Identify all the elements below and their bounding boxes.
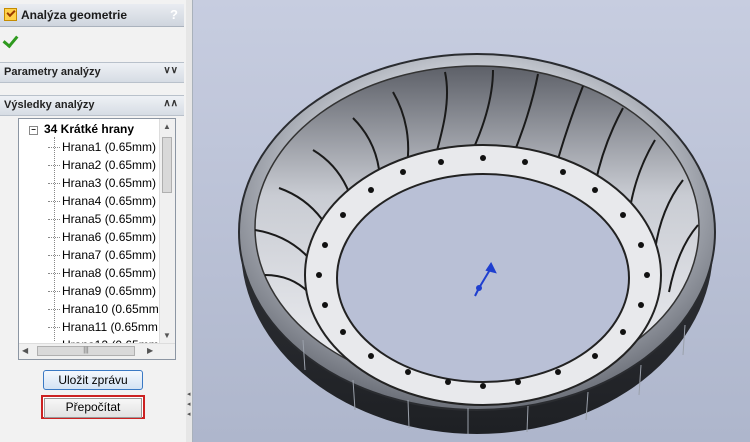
tree-vertical-scrollbar[interactable]: ▲ ▼: [159, 119, 175, 343]
double-chevron-down-icon[interactable]: ∨∨: [163, 65, 178, 76]
panel-title: Analýza geometrie: [21, 8, 128, 22]
recalculate-label: Přepočítat: [44, 398, 142, 418]
panel-splitter[interactable]: ◂ ◂ ◂: [186, 0, 193, 442]
double-chevron-up-icon[interactable]: ∧∧: [163, 98, 178, 109]
tree-item[interactable]: Hrana6 (0.65mm): [48, 228, 156, 246]
collapse-arrow-icon[interactable]: ◂: [187, 411, 191, 418]
tree-item[interactable]: Hrana8 (0.65mm): [48, 264, 156, 282]
tree-root-label: 34 Krátké hrany: [44, 122, 135, 136]
tree-item[interactable]: Hrana4 (0.65mm): [48, 192, 156, 210]
horizontal-scroll-thumb[interactable]: |||: [37, 346, 135, 356]
tree-item[interactable]: Hrana3 (0.65mm): [48, 174, 156, 192]
tree-item[interactable]: Hrana11 (0.65mm: [48, 318, 158, 336]
tree-item[interactable]: Hrana1 (0.65mm): [48, 138, 156, 156]
section-params-label: Parametry analýzy: [4, 66, 101, 78]
tree-item[interactable]: Hrana7 (0.65mm): [48, 246, 156, 264]
hub-opening: [336, 173, 630, 383]
collapse-icon[interactable]: −: [29, 126, 38, 135]
analysis-icon: [4, 8, 17, 21]
collapse-arrow-icon[interactable]: ◂: [187, 391, 191, 398]
collapse-arrow-icon[interactable]: ◂: [187, 401, 191, 408]
model-render: [238, 53, 716, 434]
tree-item[interactable]: Hrana2 (0.65mm): [48, 156, 156, 174]
tree-item[interactable]: Hrana5 (0.65mm): [48, 210, 156, 228]
recalculate-button[interactable]: Přepočítat: [41, 395, 145, 419]
results-tree[interactable]: −34 Krátké hrany Hrana1 (0.65mm) Hrana2 …: [18, 118, 176, 360]
panel-titlebar: Analýza geometrie ?: [0, 4, 184, 27]
save-report-button[interactable]: Uložit zprávu: [43, 370, 143, 390]
section-params[interactable]: Parametry analýzy ∨∨: [0, 62, 184, 83]
scroll-down-icon[interactable]: ▼: [163, 331, 171, 340]
section-results[interactable]: Výsledky analýzy ∧∧: [0, 95, 184, 116]
tree-item[interactable]: Hrana10 (0.65mm: [48, 300, 159, 318]
property-manager-panel: Analýza geometrie ? Parametry analýzy ∨∨…: [0, 0, 187, 442]
help-icon[interactable]: ?: [170, 7, 178, 22]
tree-item[interactable]: Hrana9 (0.65mm): [48, 282, 156, 300]
scroll-right-icon[interactable]: ▶: [147, 346, 153, 355]
tree-horizontal-scrollbar[interactable]: ◀ ||| ▶: [19, 343, 175, 359]
scroll-up-icon[interactable]: ▲: [163, 122, 171, 131]
vertical-scroll-thumb[interactable]: [162, 137, 172, 193]
graphics-viewport[interactable]: [193, 0, 750, 442]
tree-root-node[interactable]: −34 Krátké hrany: [29, 120, 134, 138]
ok-checkmark-icon[interactable]: [2, 32, 20, 48]
section-results-label: Výsledky analýzy: [4, 99, 95, 111]
scroll-left-icon[interactable]: ◀: [22, 346, 28, 355]
